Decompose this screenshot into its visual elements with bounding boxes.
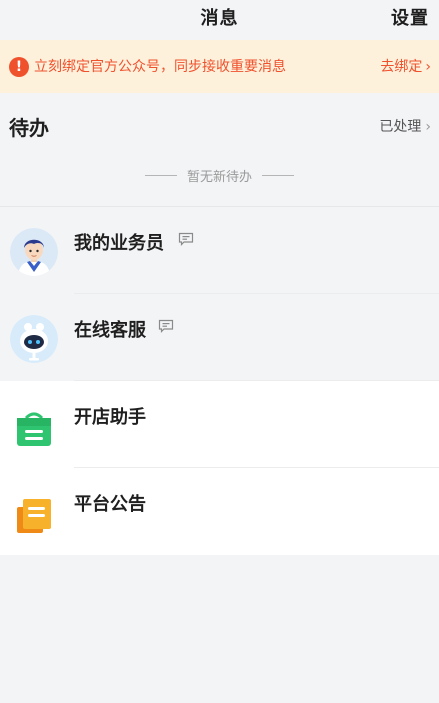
store-bag-icon: [14, 408, 54, 448]
chat-bubble-icon: [158, 318, 174, 333]
message-item-label: 在线客服: [74, 320, 146, 341]
page-title: 消息: [200, 8, 239, 29]
empty-todo-text: 暂无新待办: [186, 170, 252, 185]
message-item-label: 平台公告: [74, 494, 146, 515]
chat-bubble-icon: [178, 231, 194, 246]
banner-message: 立刻绑定官方公众号，同步接收重要消息: [34, 59, 286, 75]
bind-now-link[interactable]: 去绑定 ›: [380, 57, 431, 77]
chevron-right-icon: ›: [425, 119, 431, 135]
salesperson-avatar: [10, 228, 58, 276]
chevron-right-icon: ›: [425, 59, 431, 75]
message-item-online-service[interactable]: 在线客服: [0, 294, 439, 381]
divider-line: [262, 175, 294, 176]
settings-button[interactable]: 设置: [391, 4, 429, 30]
divider-line: [144, 175, 177, 176]
bind-official-account-banner[interactable]: ! 立刻绑定官方公众号，同步接收重要消息 去绑定 ›: [0, 40, 439, 93]
message-item-store-assistant[interactable]: 开店助手: [0, 381, 439, 468]
message-item-salesperson[interactable]: 我的业务员: [0, 207, 439, 294]
message-item-label: 开店助手: [74, 407, 146, 428]
message-item-platform-notice[interactable]: 平台公告: [0, 468, 439, 555]
robot-avatar: [10, 315, 58, 363]
message-item-label: 我的业务员: [74, 233, 164, 254]
processed-label: 已处理: [379, 119, 422, 135]
nav-header: 消息 设置: [0, 0, 439, 38]
bind-now-label: 去绑定: [380, 59, 423, 75]
processed-link[interactable]: 已处理 ›: [379, 116, 431, 136]
empty-todo-indicator: 暂无新待办: [0, 165, 439, 185]
notice-icon: [14, 495, 54, 535]
todo-section-title: 待办: [9, 116, 49, 140]
warning-icon: !: [9, 57, 29, 77]
